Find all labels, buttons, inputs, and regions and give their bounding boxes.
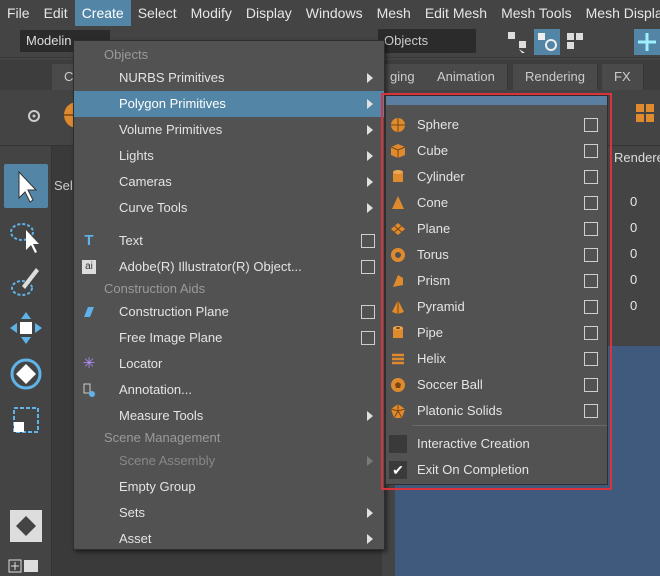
- submenu-arrow-icon: [367, 99, 373, 109]
- menu-item-label: Text: [119, 233, 143, 248]
- menu-mesh-display[interactable]: Mesh Display: [579, 0, 660, 26]
- submenu-arrow-icon: [367, 456, 373, 466]
- submenu-arrow-icon: [367, 411, 373, 421]
- menu-item-label: Scene Assembly: [119, 453, 216, 468]
- channel-box: Rendere 0 0 0 0 0: [610, 146, 660, 346]
- menu-create[interactable]: Create: [74, 0, 131, 26]
- menu-item-measure-tools[interactable]: Measure Tools: [74, 403, 384, 429]
- menu-item-label: Construction Plane: [119, 304, 229, 319]
- channel-header: Rendere: [614, 150, 660, 165]
- shelf-tab-rendering[interactable]: Rendering: [513, 64, 598, 90]
- menu-item-volume-primitives[interactable]: Volume Primitives: [74, 117, 384, 143]
- menu-item-label: Curve Tools: [119, 200, 188, 215]
- menu-item-polygon-primitives[interactable]: Polygon Primitives: [74, 91, 384, 117]
- menu-item-annotation[interactable]: Annotation...: [74, 377, 384, 403]
- menu-edit-mesh[interactable]: Edit Mesh: [418, 0, 494, 26]
- menu-mesh[interactable]: Mesh: [370, 0, 418, 26]
- annotation-icon: [83, 383, 95, 397]
- poly-grid-shelf-icon[interactable]: [630, 98, 660, 128]
- menu-select[interactable]: Select: [131, 0, 184, 26]
- menu-item-construction-plane[interactable]: Construction Plane: [74, 299, 384, 325]
- tool-box: [0, 146, 52, 576]
- menu-item-label: Annotation...: [119, 382, 192, 397]
- menu-item-empty-group[interactable]: Empty Group: [74, 474, 384, 500]
- select-component-icon[interactable]: [563, 29, 589, 55]
- submenu-arrow-icon: [367, 151, 373, 161]
- menu-item-label: Measure Tools: [119, 408, 204, 423]
- quad-layout-icon[interactable]: [4, 504, 48, 548]
- text-tool-icon: T: [84, 232, 94, 249]
- menu-item-asset[interactable]: Asset: [74, 526, 384, 552]
- channel-value[interactable]: 0: [630, 246, 637, 261]
- menu-item-cameras[interactable]: Cameras: [74, 169, 384, 195]
- scale-tool-icon[interactable]: [4, 398, 48, 442]
- locator-icon: ✳: [82, 355, 96, 372]
- menu-item-label: Sets: [119, 505, 146, 520]
- shelf-tab-fx[interactable]: FX: [602, 64, 644, 90]
- move-tool-icon[interactable]: [4, 306, 48, 350]
- channel-value[interactable]: 0: [630, 298, 637, 313]
- submenu-arrow-icon: [367, 125, 373, 135]
- menu-edit[interactable]: Edit: [37, 0, 75, 26]
- menu-item-label: Volume Primitives: [119, 122, 223, 137]
- construction-plane-icon: [84, 307, 94, 317]
- menu-item-label: Asset: [119, 531, 152, 546]
- select-tool-icon[interactable]: [4, 164, 48, 208]
- submenu-arrow-icon: [367, 534, 373, 544]
- menu-windows[interactable]: Windows: [299, 0, 370, 26]
- menu-item-label: Adobe(R) Illustrator(R) Object...: [119, 259, 302, 274]
- option-box[interactable]: [361, 234, 375, 248]
- paint-select-tool-icon[interactable]: [4, 260, 48, 304]
- objects-field[interactable]: Objects: [378, 29, 476, 53]
- menu-item-sets[interactable]: Sets: [74, 500, 384, 526]
- menu-item-free-image-plane[interactable]: Free Image Plane: [74, 325, 384, 351]
- select-hierarchy-icon[interactable]: [505, 29, 531, 55]
- menu-item-label: Cameras: [119, 174, 172, 189]
- submenu-arrow-icon: [367, 73, 373, 83]
- add-icon[interactable]: [634, 29, 660, 55]
- menu-item-nurbs-primitives[interactable]: NURBS Primitives: [74, 65, 384, 91]
- menu-modify[interactable]: Modify: [184, 0, 239, 26]
- illustrator-icon: ai: [82, 260, 96, 274]
- shelf-tab-rigging[interactable]: ging: [378, 64, 428, 90]
- submenu-arrow-icon: [367, 177, 373, 187]
- option-box[interactable]: [361, 260, 375, 274]
- shelf-tab-animation[interactable]: Animation: [425, 64, 508, 90]
- option-box[interactable]: [361, 305, 375, 319]
- menu-item-scene-assembly: Scene Assembly: [74, 448, 384, 474]
- section-scene-management: Scene Management: [104, 430, 221, 445]
- menu-item-text[interactable]: T Text: [74, 228, 384, 254]
- menu-item-label: Lights: [119, 148, 154, 163]
- rotate-tool-icon[interactable]: [4, 352, 48, 396]
- section-objects: Objects: [104, 47, 149, 62]
- create-menu: Objects NURBS Primitives Polygon Primiti…: [73, 40, 385, 550]
- menu-mesh-tools[interactable]: Mesh Tools: [494, 0, 579, 26]
- menu-file[interactable]: File: [0, 0, 37, 26]
- menu-item-locator[interactable]: ✳ Locator: [74, 351, 384, 377]
- gear-icon[interactable]: [26, 108, 42, 124]
- menu-item-label: Free Image Plane: [119, 330, 223, 345]
- menu-item-illustrator-object[interactable]: ai Adobe(R) Illustrator(R) Object...: [74, 254, 384, 280]
- channel-value[interactable]: 0: [630, 220, 637, 235]
- menu-item-label: Polygon Primitives: [119, 96, 226, 111]
- menu-item-label: Locator: [119, 356, 163, 371]
- main-menubar: File Edit Create Select Modify Display W…: [0, 0, 660, 26]
- select-object-icon[interactable]: [534, 29, 560, 55]
- submenu-arrow-icon: [367, 203, 373, 213]
- option-box[interactable]: [361, 331, 375, 345]
- menu-display[interactable]: Display: [239, 0, 299, 26]
- menu-item-label: NURBS Primitives: [119, 70, 225, 85]
- menu-item-lights[interactable]: Lights: [74, 143, 384, 169]
- select-label: Sel: [54, 178, 73, 193]
- channel-value[interactable]: 0: [630, 272, 637, 287]
- channel-value[interactable]: 0: [630, 194, 637, 209]
- menu-item-label: Empty Group: [119, 479, 196, 494]
- layout-shortcuts-icon[interactable]: [8, 558, 44, 574]
- highlight-annotation: [381, 93, 612, 490]
- section-construction-aids: Construction Aids: [104, 281, 206, 296]
- menu-item-curve-tools[interactable]: Curve Tools: [74, 195, 384, 221]
- lasso-tool-icon[interactable]: [4, 214, 48, 258]
- submenu-arrow-icon: [367, 508, 373, 518]
